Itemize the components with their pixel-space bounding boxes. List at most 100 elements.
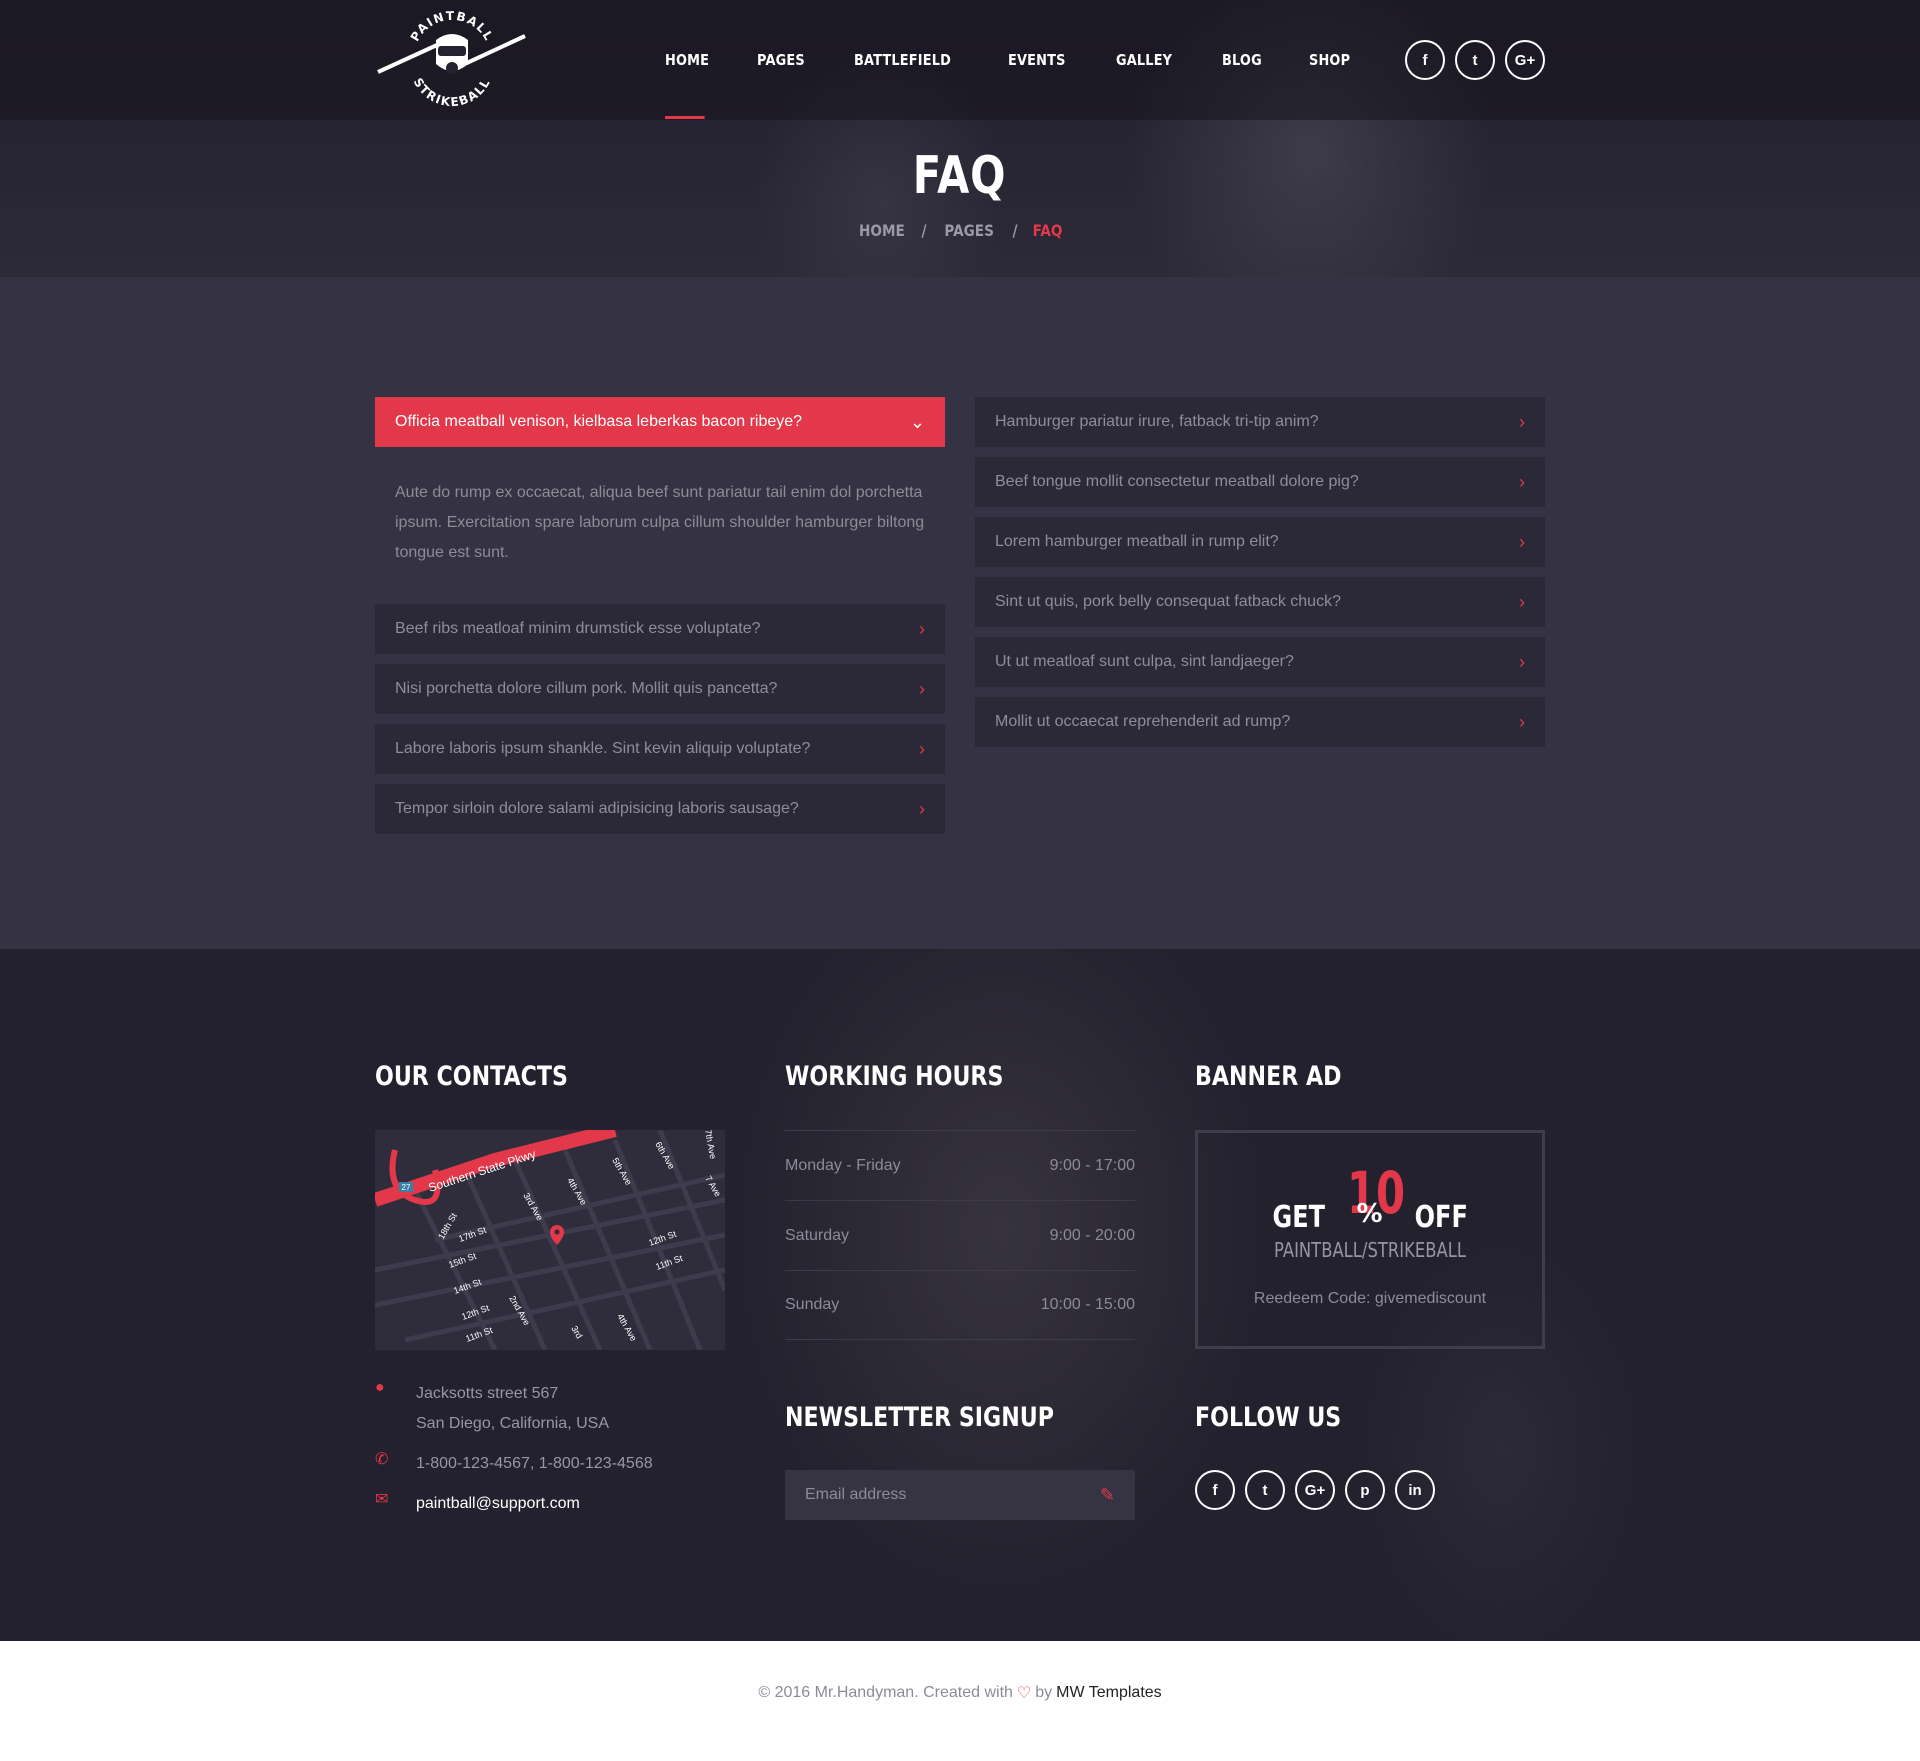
twitter-icon[interactable]: t [1245,1470,1285,1510]
chevron-right-icon: › [1519,411,1525,432]
faq-question: Labore laboris ipsum shankle. Sint kevin… [395,740,811,757]
chevron-right-icon: › [1519,591,1525,612]
google-plus-icon[interactable]: G+ [1505,40,1545,80]
faq-answer: Aute do rump ex occaecat, aliqua beef su… [395,484,925,561]
faq-item[interactable]: Beef tongue mollit consectetur meatball … [975,457,1545,507]
header-social-links: f t G+ [1405,40,1545,80]
hours-heading: WORKING HOURS [785,1061,1004,1092]
faq-item[interactable]: Lorem hamburger meatball in rump elit? › [975,517,1545,567]
faq-question: Ut ut meatloaf sunt culpa, sint landjaeg… [995,653,1294,670]
map-graphic: 27 Southern State Pkwy 18th St 17th St 1… [375,1130,725,1350]
hours-row: Monday - Friday 9:00 - 17:00 [785,1130,1135,1200]
chevron-right-icon: › [1519,531,1525,552]
banner-code: Reedeem Code: givemediscount [1253,1290,1487,1307]
faq-question: Mollit ut occaecat reprehenderit ad rump… [995,713,1291,730]
banner-get: GET [1272,1200,1325,1235]
faq-column-right: Hamburger pariatur irure, fatback tri-ti… [975,397,1545,757]
facebook-icon[interactable]: f [1195,1470,1235,1510]
breadcrumb: HOME / PAGES / FAQ [0,221,1920,240]
nav-shop[interactable]: SHOP [1309,0,1350,120]
working-hours-table: Monday - Friday 9:00 - 17:00 Saturday 9:… [785,1130,1135,1340]
faq-item[interactable]: Beef ribs meatloaf minim drumstick esse … [375,604,945,654]
hours-day: Sunday [785,1296,840,1313]
phone-icon: ✆ [375,1451,389,1468]
main-nav: HOME PAGES BATTLEFIELD EVENTS GALLEY BLO… [665,0,1398,120]
page-title: FAQ [0,146,1920,206]
hours-time: 9:00 - 20:00 [1049,1226,1135,1244]
envelope-icon: ✉ [375,1491,389,1508]
newsletter-heading: NEWSLETTER SIGNUP [785,1402,1054,1433]
chevron-right-icon: › [1519,711,1525,732]
banner-off: OFF [1414,1200,1468,1235]
paintball-logo[interactable]: PAINTBALL STRIKEBALL [374,6,529,114]
copyright-brand-link[interactable]: MW Templates [1056,1684,1162,1702]
phone-text[interactable]: 1-800-123-4567, 1-800-123-4568 [416,1449,653,1479]
nav-pages[interactable]: PAGES [757,0,805,120]
faq-item[interactable]: Nisi porchetta dolore cillum pork. Molli… [375,664,945,714]
faq-question: Lorem hamburger meatball in rump elit? [995,533,1279,550]
copyright-bar: © 2016 Mr.Handyman. Created with ♡ by MW… [0,1641,1920,1761]
breadcrumb-separator: / [921,221,927,240]
banner-ad[interactable]: GET 10 % OFF PAINTBALL/STRIKEBALL Reedee… [1195,1130,1545,1349]
address-line-2: San Diego, California, USA [416,1415,609,1432]
nav-galley[interactable]: GALLEY [1116,0,1172,120]
contacts-heading: OUR CONTACTS [375,1061,568,1092]
twitter-icon[interactable]: t [1455,40,1495,80]
banner-percent: % [1356,1199,1383,1229]
faq-item[interactable]: Labore laboris ipsum shankle. Sint kevin… [375,724,945,774]
chevron-right-icon: › [919,738,925,759]
nav-events[interactable]: EVENTS [1008,0,1066,120]
page-header: PAINTBALL STRIKEBALL HOME PAGES BATTLEFI… [0,0,1920,277]
faq-question: Hamburger pariatur irure, fatback tri-ti… [995,413,1319,430]
copyright-by: by [1035,1684,1053,1701]
faq-item[interactable]: Hamburger pariatur irure, fatback tri-ti… [975,397,1545,447]
location-map[interactable]: 27 Southern State Pkwy 18th St 17th St 1… [375,1130,725,1350]
pencil-icon[interactable]: ✎ [1100,1485,1115,1506]
banner-heading: BANNER AD [1195,1061,1342,1092]
email-link[interactable]: paintball@support.com [416,1489,580,1519]
nav-home[interactable]: HOME [665,0,709,120]
faq-question: Sint ut quis, pork belly consequat fatba… [995,593,1341,610]
breadcrumb-home[interactable]: HOME [859,221,905,240]
banner-subtitle: PAINTBALL/STRIKEBALL [1274,1238,1466,1262]
page-title-text: FAQ [913,146,1007,206]
linkedin-icon[interactable]: in [1395,1470,1435,1510]
faq-item[interactable]: Sint ut quis, pork belly consequat fatba… [975,577,1545,627]
hours-day: Monday - Friday [785,1156,901,1174]
footer-social-links: f t G+ p in [1195,1470,1435,1510]
hours-row: Sunday 10:00 - 15:00 [785,1270,1135,1340]
chevron-right-icon: › [919,798,925,819]
chevron-right-icon: › [1519,651,1525,672]
nav-blog[interactable]: BLOG [1222,0,1262,120]
newsletter-form: ✎ [785,1470,1135,1520]
footer: OUR CONTACTS WORKING HOURS BANNER AD NEW… [0,949,1920,1641]
globe-icon: ● [375,1379,385,1396]
faq-item-open[interactable]: Officia meatball venison, kielbasa leber… [375,397,945,447]
follow-heading: FOLLOW US [1195,1402,1342,1433]
chevron-right-icon: › [919,618,925,639]
heart-icon: ♡ [1016,1685,1032,1702]
faq-question: Beef ribs meatloaf minim drumstick esse … [395,620,761,637]
breadcrumb-separator: / [1011,221,1017,240]
google-plus-icon[interactable]: G+ [1295,1470,1335,1510]
banner-discount: 10 % [1338,1159,1405,1235]
pinterest-icon[interactable]: p [1345,1470,1385,1510]
faq-item[interactable]: Mollit ut occaecat reprehenderit ad rump… [975,697,1545,747]
contact-phone: ✆ 1-800-123-4567, 1-800-123-4568 [375,1449,653,1479]
contact-email: ✉ paintball@support.com [375,1489,580,1519]
chevron-right-icon: › [919,678,925,699]
chevron-right-icon: › [1519,471,1525,492]
faq-item[interactable]: Tempor sirloin dolore salami adipisicing… [375,784,945,834]
hours-day: Saturday [785,1226,850,1244]
contact-address: ● Jacksotts street 567 San Diego, Califo… [375,1379,609,1439]
faq-question: Beef tongue mollit consectetur meatball … [995,473,1359,490]
faq-question: Officia meatball venison, kielbasa leber… [395,413,803,430]
email-field[interactable] [805,1486,1065,1504]
faq-item[interactable]: Ut ut meatloaf sunt culpa, sint landjaeg… [975,637,1545,687]
copyright-text: © 2016 Mr.Handyman. Created with [758,1684,1013,1701]
banner-offer: GET 10 % OFF [1198,1159,1542,1235]
breadcrumb-pages[interactable]: PAGES [945,221,994,240]
nav-battlefield[interactable]: BATTLEFIELD [854,0,951,120]
faq-column-left: Officia meatball venison, kielbasa leber… [375,397,945,844]
facebook-icon[interactable]: f [1405,40,1445,80]
